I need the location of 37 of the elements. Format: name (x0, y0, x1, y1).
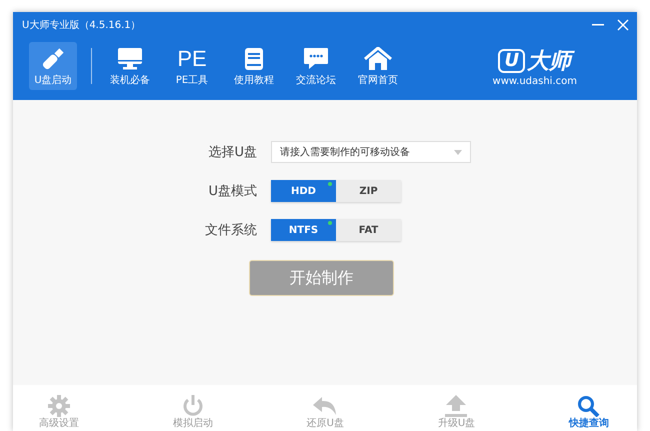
status-dot (328, 182, 332, 186)
upload-icon (444, 395, 468, 417)
book-icon (244, 47, 264, 71)
usb-drive-icon (40, 46, 66, 72)
close-icon[interactable] (617, 19, 629, 31)
chat-bubble-icon (303, 47, 329, 71)
nav-tab[interactable]: 装机必备 (106, 42, 154, 90)
monitor-icon (117, 47, 143, 71)
device-dropdown[interactable]: 请接入需要制作的可移动设备 (271, 141, 471, 163)
logo-mark: U (498, 48, 526, 72)
nav-tab[interactable]: 官网首页 (354, 42, 402, 90)
search-icon (576, 395, 601, 417)
nav-tab[interactable]: 交流论坛 (292, 42, 340, 90)
dropdown-caret-icon (454, 150, 462, 154)
field-label: 文件系统 (204, 222, 257, 239)
option-toggle[interactable]: ZIP (336, 180, 401, 202)
option-toggle[interactable]: NTFS (271, 219, 336, 241)
toolbar-button[interactable]: 升级U盘 (438, 395, 476, 431)
toolbar-button[interactable]: 模拟启动 (172, 395, 213, 431)
status-dot (328, 221, 332, 225)
home-icon (364, 47, 392, 71)
field-label: 选择U盘 (207, 144, 257, 161)
logo-url: www.udashi.com (492, 76, 577, 86)
toolbar-button[interactable]: 快捷查询 (568, 395, 609, 431)
nav-tab[interactable]: U盘启动 (29, 42, 77, 90)
window-title: U大师专业版（4.5.16.1） (22, 18, 141, 32)
option-toggle[interactable]: FAT (336, 219, 401, 241)
settings-icon (48, 395, 70, 417)
undo-arrow-icon (312, 395, 338, 417)
field-label: U盘模式 (207, 183, 257, 200)
nav-tab[interactable]: PE PE工具 (168, 42, 216, 90)
pe-icon: PE (177, 47, 207, 71)
toolbar-button[interactable]: 还原U盘 (306, 395, 344, 431)
power-icon (182, 395, 204, 417)
option-toggle[interactable]: HDD (271, 180, 336, 202)
nav-tab[interactable]: 使用教程 (230, 42, 278, 90)
toolbar-button[interactable]: 高级设置 (39, 395, 79, 431)
